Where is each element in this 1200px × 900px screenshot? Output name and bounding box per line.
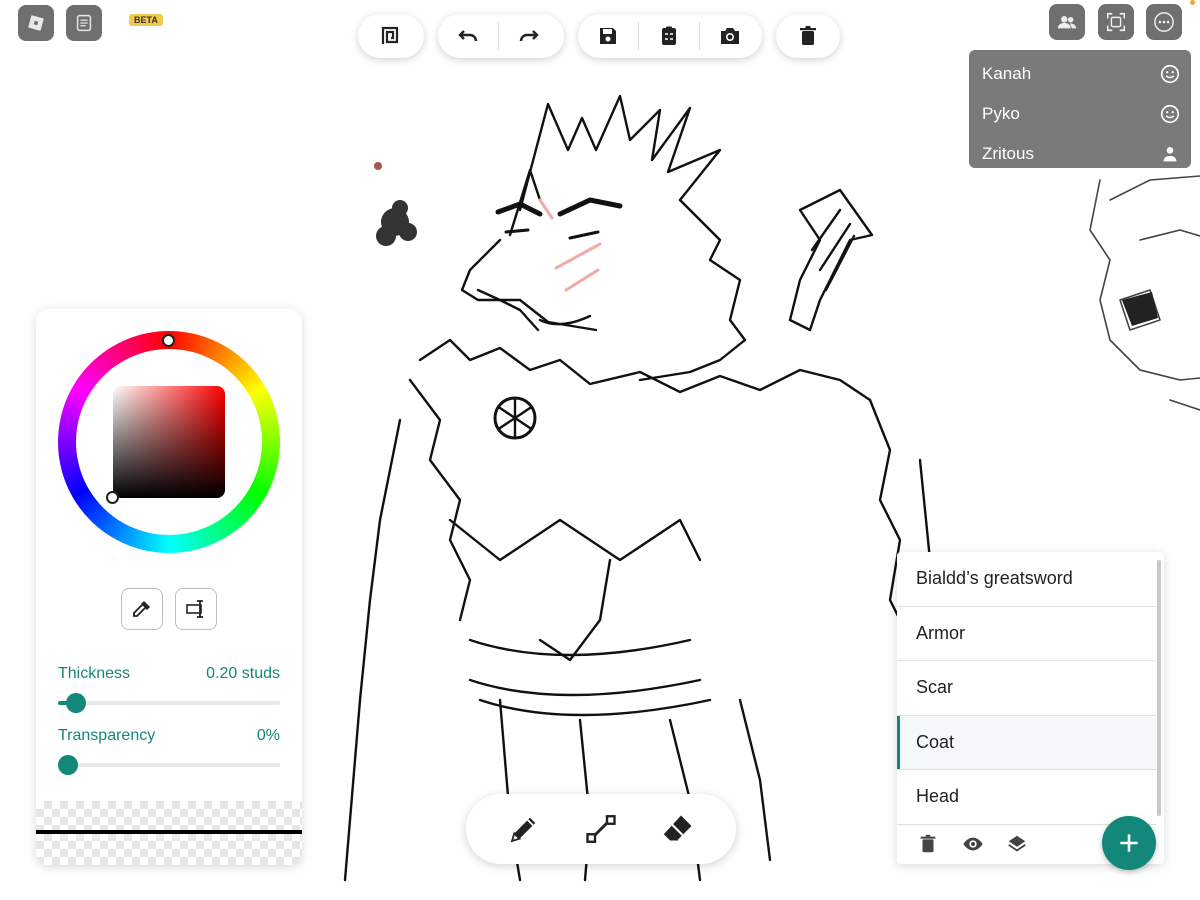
more-icon xyxy=(1154,12,1174,32)
collaborator-row[interactable]: Zritous xyxy=(969,134,1191,174)
text-tool-button[interactable] xyxy=(175,588,217,630)
eraser-tool-button[interactable] xyxy=(656,807,700,851)
delete-layer-button[interactable] xyxy=(914,830,942,858)
hue-handle[interactable] xyxy=(162,334,175,347)
users-button[interactable] xyxy=(1049,4,1085,40)
eyedropper-icon xyxy=(133,601,150,617)
fit-screen-button[interactable] xyxy=(1098,4,1134,40)
line-tool-icon xyxy=(586,815,616,843)
layer-item[interactable]: Armor xyxy=(897,607,1156,661)
screenshot-button[interactable] xyxy=(700,14,760,58)
transparency-slider[interactable] xyxy=(58,755,280,775)
add-layer-button[interactable] xyxy=(1102,816,1156,870)
stroke-preview xyxy=(36,801,302,865)
eyedropper-button[interactable] xyxy=(121,588,163,630)
layer-item[interactable]: Bialdd’s greatsword xyxy=(897,552,1156,607)
clipboard-button[interactable] xyxy=(639,14,699,58)
select-frame-button[interactable] xyxy=(358,14,424,58)
collaborator-name: Zritous xyxy=(982,144,1034,163)
line-tool-button[interactable] xyxy=(579,807,623,851)
layer-name: Scar xyxy=(916,677,954,698)
clipboard-icon xyxy=(662,26,676,45)
delete-pill xyxy=(776,14,840,58)
collaborator-name: Kanah xyxy=(982,64,1032,83)
pencil-tool-button[interactable] xyxy=(502,807,546,851)
beta-badge: BETA xyxy=(129,14,163,26)
eye-icon xyxy=(963,837,983,851)
layer-item-selected[interactable]: Coat xyxy=(897,715,1156,770)
thickness-slider[interactable] xyxy=(58,693,280,713)
transparency-label: Transparency xyxy=(58,727,156,744)
notification-dot xyxy=(1190,0,1195,5)
select-pill xyxy=(358,14,424,58)
layers-icon xyxy=(1008,835,1026,852)
trash-icon xyxy=(800,26,816,45)
layer-item[interactable]: Head xyxy=(897,770,1156,825)
color-picker xyxy=(58,331,280,553)
trash-icon xyxy=(920,834,936,853)
layer-name: Head xyxy=(916,786,960,807)
layer-options-button[interactable] xyxy=(1003,830,1031,858)
undo-button[interactable] xyxy=(438,14,498,58)
stroke-preview-line xyxy=(36,830,302,834)
text-cursor-icon xyxy=(186,600,203,618)
notes-button[interactable] xyxy=(66,5,102,41)
smiley-icon xyxy=(1160,64,1180,84)
redo-button[interactable] xyxy=(499,14,559,58)
collaborator-name: Pyko xyxy=(982,104,1020,123)
thickness-label: Thickness xyxy=(58,665,131,682)
file-pill xyxy=(578,14,762,58)
pencil-icon xyxy=(510,817,536,843)
collaborator-row[interactable]: Pyko xyxy=(969,94,1191,134)
layer-name: Armor xyxy=(916,622,965,643)
brush-settings-panel: Thickness 0.20 studs Transparency 0% xyxy=(36,309,302,865)
history-pill xyxy=(438,14,564,58)
delete-canvas-button[interactable] xyxy=(776,14,840,58)
smiley-icon xyxy=(1160,104,1180,124)
layer-name: Coat xyxy=(916,731,955,752)
redo-icon xyxy=(519,30,539,42)
collaborator-row[interactable]: Kanah xyxy=(969,54,1191,94)
more-button[interactable] xyxy=(1146,4,1182,40)
thickness-value: 0.20 studs xyxy=(206,665,280,682)
save-button[interactable] xyxy=(578,14,638,58)
select-frame-icon xyxy=(381,26,399,44)
collaborators-panel: Kanah Pyko Zritous xyxy=(969,50,1191,168)
layer-name: Bialdd’s greatsword xyxy=(916,568,1073,589)
thickness-slider-thumb[interactable] xyxy=(65,693,86,713)
drawing-tools-bar xyxy=(466,794,736,864)
layer-item[interactable]: Scar xyxy=(897,661,1156,716)
users-icon xyxy=(1057,16,1077,29)
fit-screen-icon xyxy=(1106,12,1126,32)
layers-scrollbar[interactable] xyxy=(1157,560,1161,816)
transparency-slider-thumb[interactable] xyxy=(58,755,78,775)
transparency-value: 0% xyxy=(256,727,280,744)
notes-icon xyxy=(76,14,92,32)
app-logo-button[interactable] xyxy=(18,5,54,41)
save-icon xyxy=(600,28,616,44)
camera-icon xyxy=(721,28,739,44)
toggle-visibility-button[interactable] xyxy=(959,830,987,858)
eraser-icon xyxy=(663,815,692,841)
plus-icon xyxy=(1120,834,1138,852)
color-handle[interactable] xyxy=(106,491,119,504)
roblox-logo-icon xyxy=(28,15,44,31)
person-icon xyxy=(1163,147,1177,162)
saturation-value-square[interactable] xyxy=(113,386,225,498)
undo-icon xyxy=(458,30,478,42)
